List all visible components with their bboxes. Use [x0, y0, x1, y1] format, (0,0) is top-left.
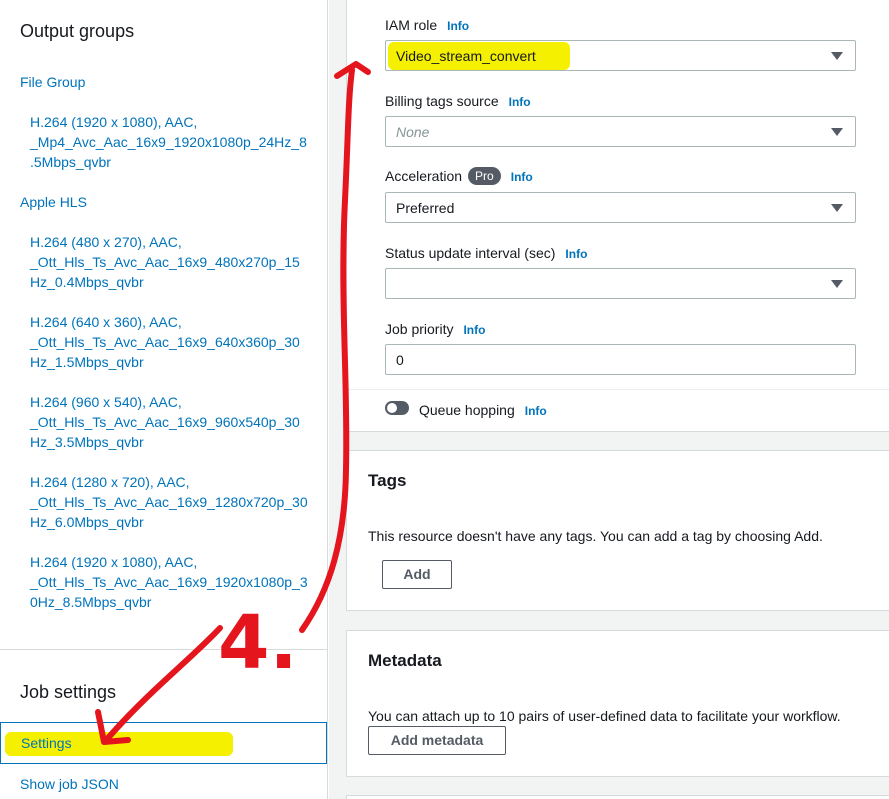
nav-output-hls-720p[interactable]: H.264 (1280 x 720), AAC, _Ott_Hls_Ts_Avc…: [30, 472, 315, 532]
billing-tags-field-label: Billing tags source Info: [385, 93, 531, 109]
add-metadata-button[interactable]: Add metadata: [368, 726, 506, 755]
acceleration-value: Preferred: [396, 200, 455, 216]
nav-output-hls-270p[interactable]: H.264 (480 x 270), AAC, _Ott_Hls_Ts_Avc_…: [30, 232, 315, 292]
billing-tags-select[interactable]: None: [385, 116, 856, 147]
queue-hopping-field-label: Queue hopping Info: [419, 402, 547, 418]
acceleration-field-label: Acceleration Pro Info: [385, 167, 533, 185]
nav-settings-label: Settings: [21, 735, 72, 751]
nav-settings-selected[interactable]: Settings: [0, 722, 327, 764]
billing-tags-info-link[interactable]: Info: [509, 95, 531, 109]
caret-down-icon: [831, 280, 843, 288]
status-interval-label: Status update interval (sec): [385, 245, 556, 261]
nav-apple-hls[interactable]: Apple HLS: [20, 192, 87, 212]
nav-output-hls-1080p[interactable]: H.264 (1920 x 1080), AAC, _Ott_Hls_Ts_Av…: [30, 552, 315, 612]
next-panel-edge: [346, 795, 889, 799]
queue-hopping-toggle[interactable]: [385, 401, 409, 415]
iam-role-info-link[interactable]: Info: [447, 19, 469, 33]
acceleration-info-link[interactable]: Info: [511, 170, 533, 184]
billing-tags-placeholder: None: [396, 124, 430, 140]
billing-tags-label: Billing tags source: [385, 93, 499, 109]
job-settings-panel: IAM role Info Video_stream_convert Billin…: [346, 0, 889, 432]
queue-hopping-label: Queue hopping: [419, 402, 515, 418]
iam-role-select[interactable]: Video_stream_convert: [385, 40, 856, 71]
queue-hopping-info-link[interactable]: Info: [525, 404, 547, 418]
caret-down-icon: [831, 128, 843, 136]
nav-output-hls-540p[interactable]: H.264 (960 x 540), AAC, _Ott_Hls_Ts_Avc_…: [30, 392, 315, 452]
status-interval-select[interactable]: [385, 268, 856, 299]
main-content: IAM role Info Video_stream_convert Billin…: [329, 0, 889, 799]
left-navigation: Output groups File Group H.264 (1920 x 1…: [0, 0, 328, 799]
acceleration-select[interactable]: Preferred: [385, 192, 856, 223]
job-priority-label: Job priority: [385, 321, 454, 337]
job-priority-field-label: Job priority Info: [385, 321, 485, 337]
job-priority-info-link[interactable]: Info: [463, 323, 485, 337]
metadata-title: Metadata: [368, 651, 442, 670]
status-interval-field-label: Status update interval (sec) Info: [385, 245, 587, 261]
field-divider: [347, 389, 889, 390]
caret-down-icon: [831, 204, 843, 212]
status-interval-info-link[interactable]: Info: [565, 247, 587, 261]
tags-description: This resource doesn't have any tags. You…: [368, 528, 823, 544]
caret-down-icon: [831, 52, 843, 60]
job-settings-heading: Job settings: [20, 682, 117, 702]
nav-file-group[interactable]: File Group: [20, 72, 85, 92]
nav-show-job-json[interactable]: Show job JSON: [20, 774, 119, 794]
iam-role-value: Video_stream_convert: [396, 48, 536, 64]
iam-role-field-label: IAM role Info: [385, 17, 469, 33]
toggle-knob: [387, 403, 397, 413]
job-priority-input[interactable]: 0: [385, 344, 856, 375]
add-tag-button[interactable]: Add: [382, 560, 452, 589]
acceleration-label: Acceleration: [385, 168, 463, 184]
output-groups-heading: Output groups: [20, 21, 135, 41]
tags-panel: Tags This resource doesn't have any tags…: [346, 450, 889, 611]
tags-title: Tags: [368, 471, 407, 490]
nav-divider: [0, 649, 327, 650]
metadata-description: You can attach up to 10 pairs of user-de…: [368, 708, 841, 724]
pro-badge: Pro: [468, 167, 501, 185]
iam-role-label: IAM role: [385, 17, 438, 33]
nav-output-file-1080p[interactable]: H.264 (1920 x 1080), AAC, _Mp4_Avc_Aac_1…: [30, 112, 315, 172]
metadata-panel: Metadata You can attach up to 10 pairs o…: [346, 630, 889, 777]
nav-output-hls-360p[interactable]: H.264 (640 x 360), AAC, _Ott_Hls_Ts_Avc_…: [30, 312, 315, 372]
